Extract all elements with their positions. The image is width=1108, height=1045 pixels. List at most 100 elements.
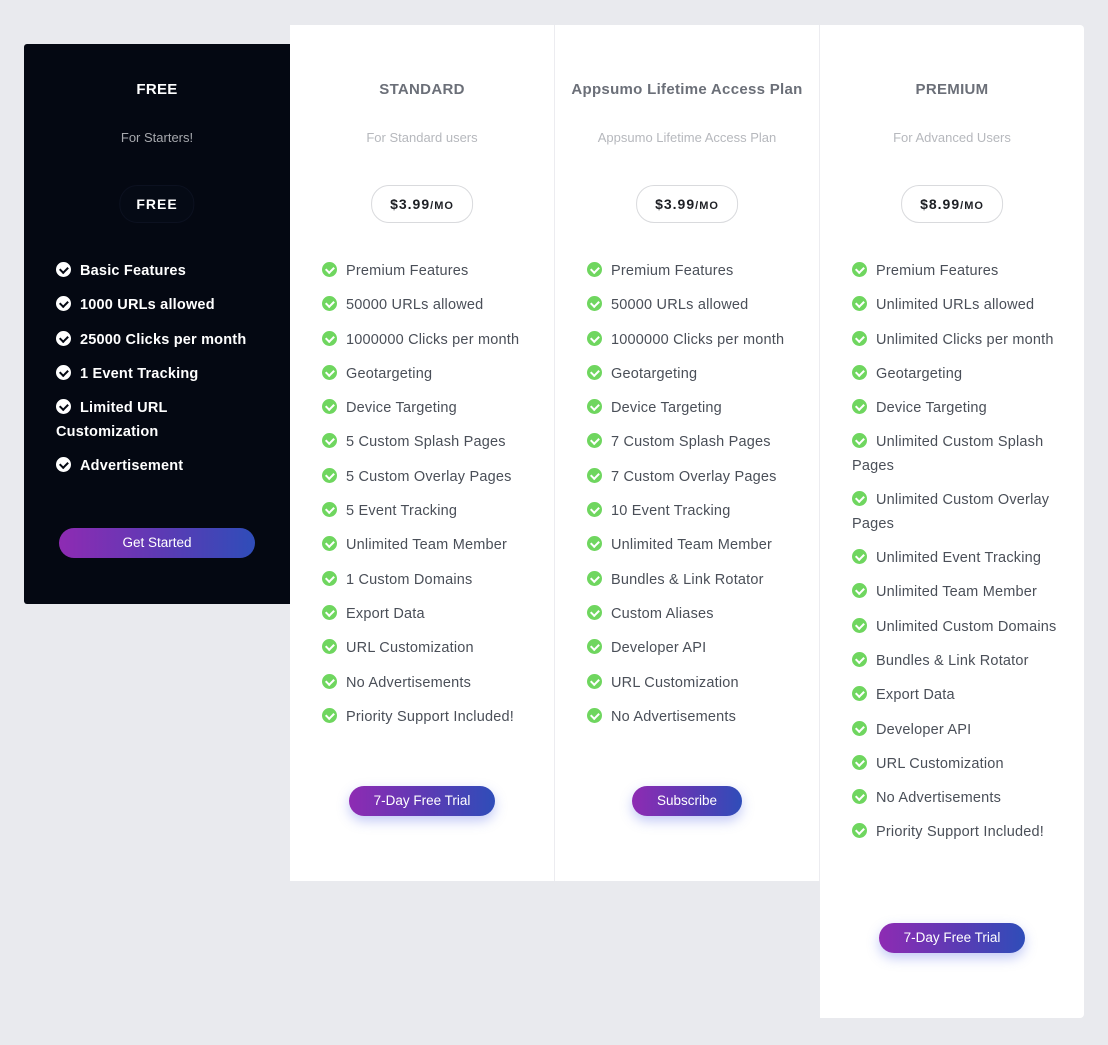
feature-item: Custom Aliases	[587, 603, 799, 627]
feature-item: No Advertisements	[587, 706, 799, 730]
feature-item: Geotargeting	[852, 363, 1064, 387]
feature-item: Unlimited Custom Overlay Pages	[852, 489, 1064, 536]
feature-item: URL Customization	[587, 672, 799, 696]
plan-card-premium: PREMIUM For Advanced Users $8.99/MO Prem…	[820, 25, 1084, 1018]
plan-price: FREE	[119, 185, 195, 223]
free-trial-button[interactable]: 7-Day Free Trial	[879, 923, 1025, 953]
check-circle-icon	[852, 720, 867, 736]
check-circle-icon	[587, 604, 602, 620]
feature-item: Basic Features	[56, 260, 270, 284]
feature-item: Priority Support Included!	[852, 821, 1064, 845]
check-circle-icon	[852, 262, 867, 277]
plan-price: $3.99/MO	[371, 185, 473, 223]
check-circle-icon	[587, 639, 602, 655]
feature-item: Unlimited Team Member	[322, 534, 534, 558]
feature-item: Unlimited URLs allowed	[852, 294, 1064, 318]
feature-item: Unlimited Event Tracking	[852, 547, 1064, 571]
check-circle-icon	[322, 707, 337, 723]
plan-title: PREMIUM	[915, 81, 989, 98]
check-circle-icon	[56, 456, 71, 472]
feature-text: 25000 Clicks per month	[80, 331, 247, 348]
feature-text: Geotargeting	[876, 365, 963, 382]
free-trial-button[interactable]: 7-Day Free Trial	[349, 786, 495, 816]
feature-text: Priority Support Included!	[876, 824, 1045, 841]
feature-text: Developer API	[876, 721, 972, 738]
feature-item: Unlimited Custom Domains	[852, 616, 1064, 640]
check-circle-icon	[587, 467, 602, 483]
check-circle-icon	[587, 399, 602, 415]
check-circle-icon	[56, 296, 71, 312]
plan-price: $3.99/MO	[636, 185, 738, 223]
feature-item: Advertisement	[56, 455, 270, 479]
feature-item: 5 Custom Overlay Pages	[322, 466, 534, 490]
feature-item: Device Targeting	[587, 397, 799, 421]
feature-item: 50000 URLs allowed	[322, 294, 534, 318]
feature-text: No Advertisements	[346, 674, 472, 691]
check-circle-icon	[322, 330, 337, 346]
feature-text: 10 Event Tracking	[611, 503, 731, 520]
feature-item: Export Data	[322, 603, 534, 627]
check-circle-icon	[322, 673, 337, 689]
feature-text: Unlimited Custom Overlay Pages	[852, 492, 1050, 532]
check-circle-icon	[322, 433, 337, 449]
feature-text: Priority Support Included!	[346, 708, 515, 725]
feature-item: URL Customization	[322, 637, 534, 661]
feature-text: 1000000 Clicks per month	[346, 331, 520, 348]
feature-text: Premium Features	[876, 263, 999, 279]
feature-text: URL Customization	[346, 640, 474, 657]
price-unit: /MO	[430, 200, 454, 212]
check-circle-icon	[852, 583, 867, 599]
check-circle-icon	[322, 296, 337, 312]
check-circle-icon	[587, 707, 602, 723]
plan-title: Appsumo Lifetime Access Plan	[571, 81, 803, 98]
price-amount: $3.99	[390, 196, 431, 212]
feature-text: Device Targeting	[346, 400, 457, 417]
subscribe-button[interactable]: Subscribe	[632, 786, 742, 816]
feature-list: Premium Features 50000 URLs allowed 100000…	[587, 260, 799, 740]
feature-text: Unlimited Team Member	[611, 537, 773, 554]
feature-text: Unlimited Clicks per month	[876, 331, 1054, 348]
check-circle-icon	[587, 570, 602, 586]
plan-title: STANDARD	[379, 81, 465, 98]
price-amount: FREE	[136, 196, 178, 212]
plan-subtitle: Appsumo Lifetime Access Plan	[597, 130, 777, 145]
feature-text: Device Targeting	[876, 400, 987, 417]
feature-text: Premium Features	[611, 263, 734, 279]
feature-item: 5 Custom Splash Pages	[322, 431, 534, 455]
feature-text: No Advertisements	[876, 790, 1002, 807]
feature-item: Unlimited Custom Splash Pages	[852, 431, 1064, 478]
feature-text: Unlimited Event Tracking	[876, 550, 1042, 567]
plan-price: $8.99/MO	[901, 185, 1003, 223]
check-circle-icon	[56, 399, 71, 415]
check-circle-icon	[587, 296, 602, 312]
feature-item: 1000 URLs allowed	[56, 294, 270, 318]
feature-item: 1000000 Clicks per month	[322, 329, 534, 353]
check-circle-icon	[852, 789, 867, 805]
check-circle-icon	[587, 433, 602, 449]
check-circle-icon	[587, 502, 602, 518]
feature-item: Priority Support Included!	[322, 706, 534, 730]
feature-text: Geotargeting	[346, 365, 433, 382]
feature-text: 7 Custom Overlay Pages	[611, 468, 777, 485]
feature-text: 5 Custom Splash Pages	[346, 434, 506, 451]
check-circle-icon	[587, 536, 602, 552]
check-circle-icon	[852, 754, 867, 770]
feature-item: Premium Features	[322, 260, 534, 284]
feature-text: Unlimited Custom Splash Pages	[852, 434, 1044, 474]
check-circle-icon	[322, 639, 337, 655]
feature-text: 1 Custom Domains	[346, 571, 473, 588]
feature-text: URL Customization	[876, 755, 1004, 772]
feature-item: 25000 Clicks per month	[56, 329, 270, 353]
feature-item: Developer API	[852, 719, 1064, 743]
feature-item: Device Targeting	[852, 397, 1064, 421]
feature-item: Bundles & Link Rotator	[587, 569, 799, 593]
check-circle-icon	[852, 549, 867, 565]
feature-text: 5 Event Tracking	[346, 503, 458, 520]
feature-text: 1 Event Tracking	[80, 365, 199, 382]
feature-item: 5 Event Tracking	[322, 500, 534, 524]
plan-card-standard: STANDARD For Standard users $3.99/MO Pre…	[290, 25, 555, 881]
get-started-button[interactable]: Get Started	[59, 528, 255, 558]
feature-item: 7 Custom Splash Pages	[587, 431, 799, 455]
check-circle-icon	[56, 262, 71, 277]
feature-text: 7 Custom Splash Pages	[611, 434, 771, 451]
